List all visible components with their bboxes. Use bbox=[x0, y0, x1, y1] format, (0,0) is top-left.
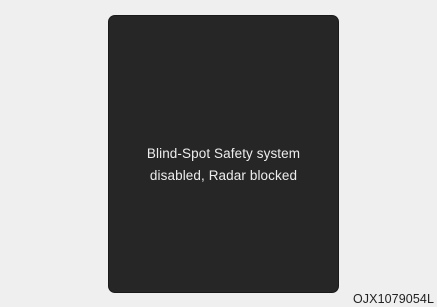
warning-message-line-1: Blind-Spot Safety system bbox=[146, 146, 301, 161]
figure-code-label: OJX1079054L bbox=[352, 292, 434, 306]
warning-message-line-2: disabled, Radar blocked bbox=[149, 168, 298, 183]
cluster-display-panel: Blind-Spot Safety system disabled, Radar… bbox=[109, 16, 338, 292]
warning-message: Blind-Spot Safety system disabled, Radar… bbox=[109, 143, 338, 187]
